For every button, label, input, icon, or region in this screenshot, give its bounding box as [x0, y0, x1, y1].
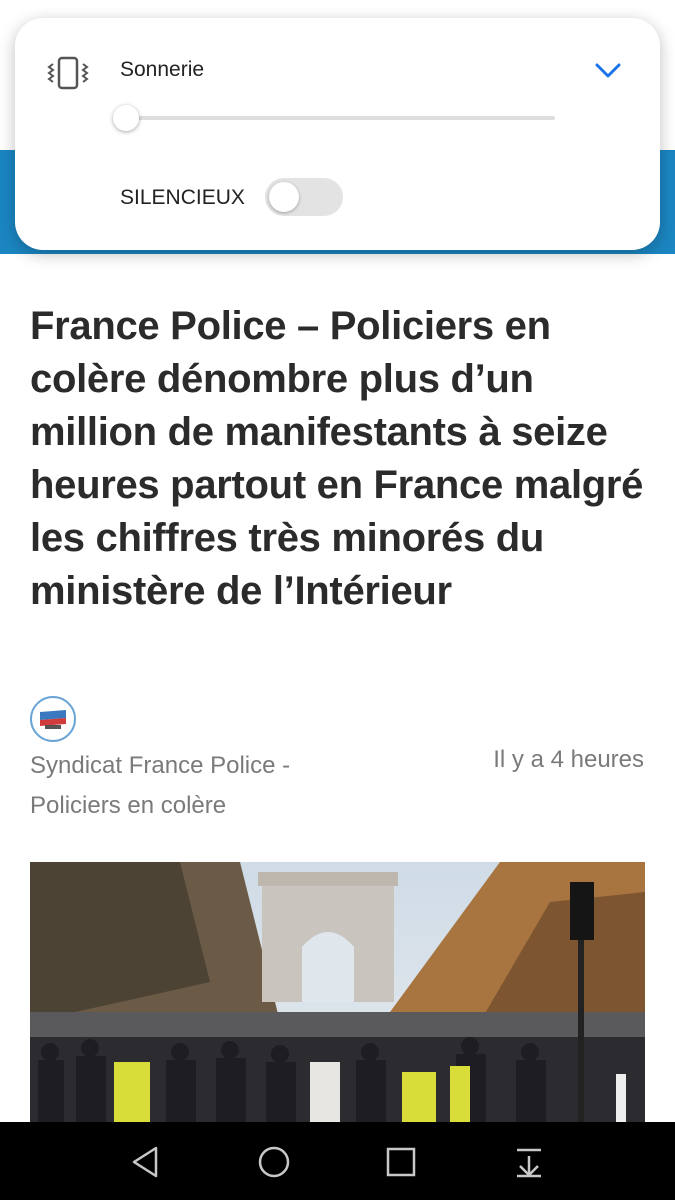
- source-name[interactable]: Syndicat France Police - Policiers en co…: [30, 746, 360, 826]
- silent-toggle[interactable]: [265, 178, 343, 216]
- article-timestamp: Il y a 4 heures: [493, 746, 644, 773]
- source-logo[interactable]: [30, 696, 76, 742]
- silent-label: SILENCIEUX: [120, 186, 245, 209]
- article-headline[interactable]: France Police – Policiers en colère déno…: [30, 300, 650, 618]
- navigation-bar: [0, 1122, 675, 1200]
- ringer-volume-thumb[interactable]: [113, 105, 139, 131]
- pull-down-icon[interactable]: [509, 1142, 549, 1182]
- vibrate-icon[interactable]: [47, 56, 89, 90]
- back-triangle-icon[interactable]: [126, 1142, 166, 1182]
- ringer-title: Sonnerie: [120, 58, 205, 81]
- recents-square-icon[interactable]: [381, 1142, 421, 1182]
- home-circle-icon[interactable]: [254, 1142, 294, 1182]
- article-hero-image[interactable]: [30, 862, 645, 1122]
- silent-toggle-knob[interactable]: [269, 182, 299, 212]
- chevron-down-icon[interactable]: [595, 62, 621, 80]
- article: France Police – Policiers en colère déno…: [0, 254, 675, 1122]
- ringer-volume-slider[interactable]: [125, 116, 555, 120]
- volume-panel: Sonnerie SILENCIEUX: [15, 18, 660, 250]
